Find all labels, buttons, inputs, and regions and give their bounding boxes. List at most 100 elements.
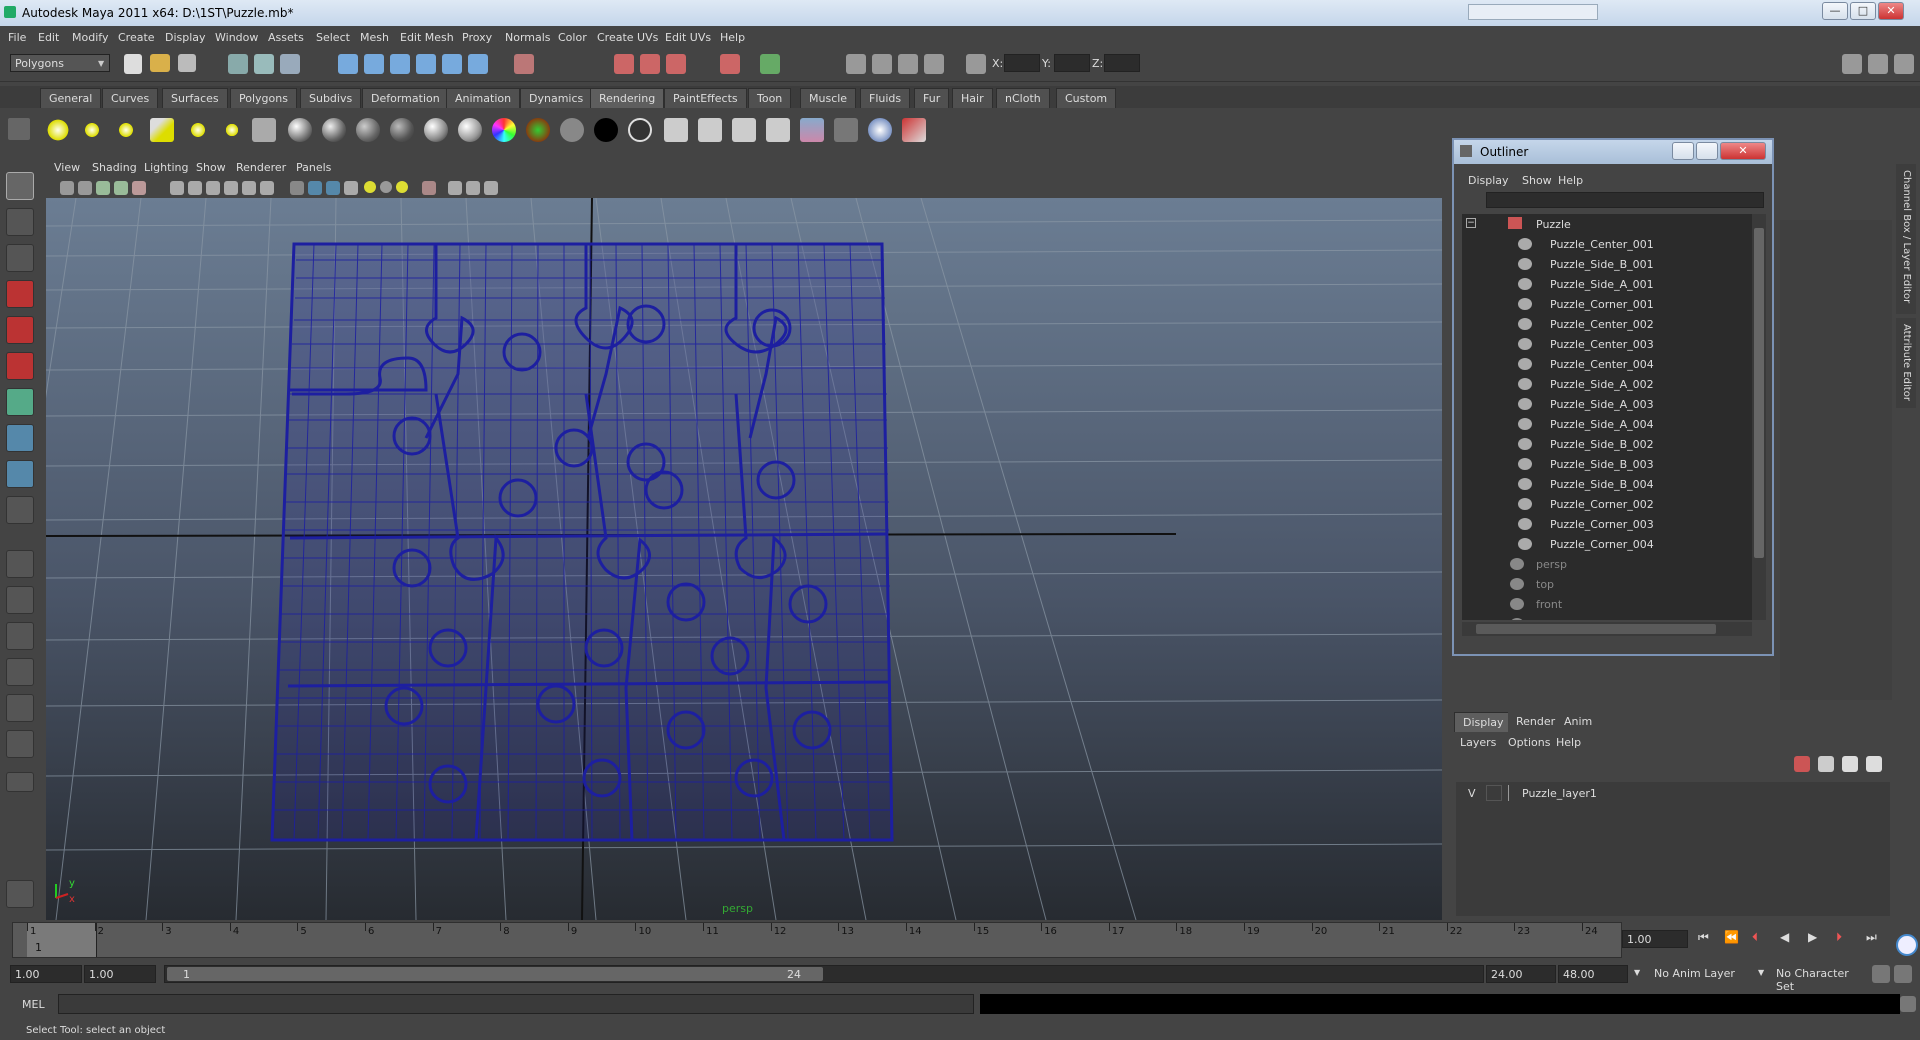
camera-attributes-icon[interactable] [78, 181, 92, 195]
menu-window[interactable]: Window [215, 31, 258, 44]
panel-layout-4-icon[interactable] [924, 54, 944, 74]
save-scene-icon[interactable] [178, 54, 196, 72]
new-layer-selected-icon[interactable] [1818, 756, 1834, 772]
menu-select[interactable]: Select [316, 31, 350, 44]
outliner-maximize-button[interactable] [1696, 142, 1718, 160]
outliner-item[interactable]: Puzzle_Side_B_002 [1462, 434, 1752, 454]
menu-edit-mesh[interactable]: Edit Mesh [400, 31, 454, 44]
outliner-item[interactable]: Puzzle_Center_004 [1462, 354, 1752, 374]
transform-mode-icon[interactable] [966, 54, 986, 74]
outliner-item[interactable]: Puzzle_Center_003 [1462, 334, 1752, 354]
attribute-editor-side-tab[interactable]: Attribute Editor [1896, 318, 1916, 408]
playback-start-field[interactable]: 1.00 [84, 965, 156, 983]
input-line-icon[interactable] [760, 54, 780, 74]
new-layer-icon[interactable] [1794, 756, 1810, 772]
select-hierarchy-icon[interactable] [228, 54, 248, 74]
outliner-titlebar[interactable]: Outliner ✕ [1454, 140, 1772, 164]
shelf-tab-muscle[interactable]: Muscle [800, 88, 857, 108]
outliner-item[interactable]: Puzzle_Corner_001 [1462, 294, 1752, 314]
xray-joints-icon[interactable] [466, 181, 480, 195]
safe-action-icon[interactable] [260, 181, 274, 195]
layer-move-up-icon[interactable] [1842, 756, 1858, 772]
maximize-button[interactable]: □ [1850, 2, 1876, 20]
outliner-menu-display[interactable]: Display [1468, 174, 1509, 187]
step-back-key-button[interactable]: ⏴ [1752, 930, 1758, 945]
lambert-shader-icon[interactable] [356, 118, 380, 142]
y-field[interactable] [1054, 54, 1090, 72]
layout-options-icon[interactable] [6, 772, 34, 792]
shelf-tab-ncloth[interactable]: nCloth [996, 88, 1050, 108]
film-gate-icon[interactable] [188, 181, 202, 195]
panel-menu-lighting[interactable]: Lighting [144, 161, 188, 174]
image-plane-icon[interactable] [114, 181, 128, 195]
outliner-item[interactable]: Puzzle_Side_B_003 [1462, 454, 1752, 474]
select-tool-icon[interactable] [6, 172, 34, 200]
play-backwards-button[interactable]: ◀ [1780, 930, 1789, 944]
outliner-item[interactable]: Puzzle_Center_001 [1462, 234, 1752, 254]
outliner-camera-item[interactable]: top [1462, 574, 1752, 594]
show-channel-box-icon[interactable] [1842, 54, 1862, 74]
ipr-render-icon[interactable] [640, 54, 660, 74]
channel-box-side-tab[interactable]: Channel Box / Layer Editor [1896, 164, 1916, 314]
paint-brush-icon[interactable] [902, 118, 926, 142]
select-component-icon[interactable] [280, 54, 300, 74]
show-tool-settings-icon[interactable] [1894, 54, 1914, 74]
panel-menu-view[interactable]: View [54, 161, 80, 174]
outliner-minimize-button[interactable] [1672, 142, 1694, 160]
go-to-end-button[interactable]: ⏭ [1866, 930, 1877, 945]
scale-tool-icon[interactable] [6, 352, 34, 380]
layer-tab-render[interactable]: Render [1508, 712, 1564, 732]
outliner-item[interactable]: Puzzle_Corner_003 [1462, 514, 1752, 534]
shadows-icon[interactable] [396, 181, 408, 193]
layer-tab-anim[interactable]: Anim [1556, 712, 1601, 732]
ramp-shader-icon[interactable] [492, 118, 516, 142]
shelf-tab-polygons[interactable]: Polygons [230, 88, 297, 108]
play-forwards-button[interactable]: ▶ [1808, 930, 1817, 944]
chevron-down-icon[interactable]: ▼ [1758, 968, 1764, 977]
xray-icon[interactable] [448, 181, 462, 195]
snap-view-icon[interactable] [416, 54, 436, 74]
menu-proxy[interactable]: Proxy [462, 31, 492, 44]
outliner-item[interactable]: Puzzle_Side_B_004 [1462, 474, 1752, 494]
menu-display[interactable]: Display [165, 31, 206, 44]
universal-manipulator-icon[interactable] [6, 388, 34, 416]
shelf-tab-painteffects[interactable]: PaintEffects [664, 88, 747, 108]
step-back-frame-button[interactable]: ⏪ [1724, 930, 1739, 944]
open-scene-icon[interactable] [150, 54, 170, 72]
camera-icon[interactable] [252, 118, 276, 142]
default-light-icon[interactable] [364, 181, 376, 193]
show-manipulator-icon[interactable] [6, 460, 34, 488]
panel-layout-3-icon[interactable] [898, 54, 918, 74]
render-view-icon[interactable] [766, 118, 790, 142]
ipr-icon[interactable] [698, 118, 722, 142]
menu-edit[interactable]: Edit [38, 31, 59, 44]
playback-end-field[interactable]: 24.00 [1486, 965, 1556, 983]
panel-menu-show[interactable]: Show [196, 161, 226, 174]
outliner-horizontal-scrollbar[interactable] [1462, 622, 1752, 636]
layer-visibility-toggle[interactable]: V [1468, 787, 1476, 800]
outliner-item[interactable]: Puzzle_Side_A_001 [1462, 274, 1752, 294]
rotate-tool-icon[interactable] [6, 316, 34, 344]
four-view-layout-icon[interactable] [6, 586, 34, 614]
time-slider[interactable]: 1 1 2 3 4 5 6 7 8 9 10 11 12 13 14 15 16 17 18 19 20 21 22 23 2… [12, 922, 1622, 958]
outliner-filter-field[interactable] [1486, 192, 1764, 208]
point-light-icon[interactable] [114, 118, 138, 142]
animation-prefs-icon[interactable] [1894, 965, 1912, 983]
textured-icon[interactable] [344, 181, 358, 195]
render-frame-icon[interactable] [614, 54, 634, 74]
title-search-field[interactable] [1468, 4, 1598, 20]
outliner-item[interactable]: Puzzle_Corner_002 [1462, 494, 1752, 514]
last-tool-icon[interactable] [6, 496, 34, 524]
render-current-icon[interactable] [664, 118, 688, 142]
field-chart-icon[interactable] [242, 181, 256, 195]
script-editor-icon[interactable] [1900, 996, 1916, 1012]
layered-shader-icon[interactable] [390, 118, 414, 142]
outliner-menu-show[interactable]: Show [1522, 174, 1552, 187]
shelf-tab-custom[interactable]: Custom [1056, 88, 1117, 108]
layer-menu-layers[interactable]: Layers [1460, 736, 1496, 749]
shelf-tab-animation[interactable]: Animation [446, 88, 521, 108]
shelf-tab-dynamics[interactable]: Dynamics [520, 88, 593, 108]
phong-shader-icon[interactable] [424, 118, 448, 142]
shelf-tab-fur[interactable]: Fur [914, 88, 950, 108]
layer-tab-display[interactable]: Display [1454, 712, 1513, 732]
